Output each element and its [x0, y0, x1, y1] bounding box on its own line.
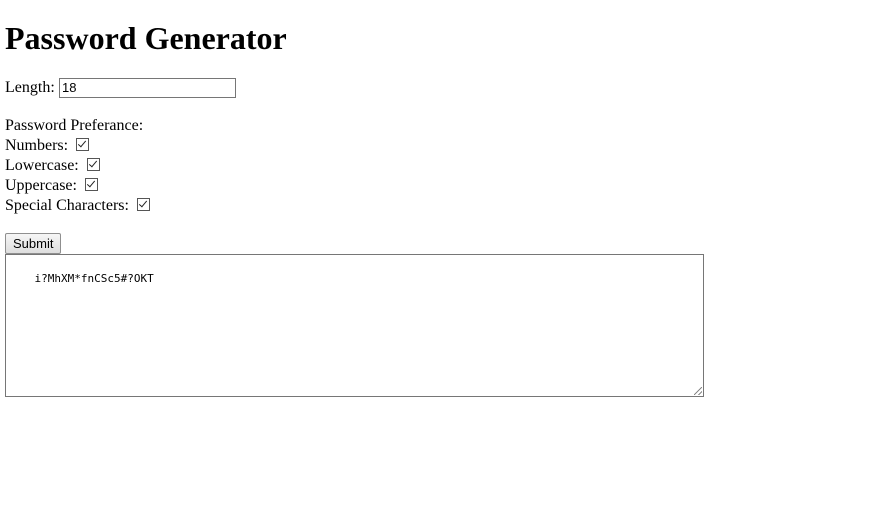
page-title: Password Generator	[5, 20, 287, 56]
numbers-checkbox[interactable]	[76, 138, 89, 151]
special-characters-label: Special Characters:	[5, 197, 129, 214]
lowercase-option: Lowercase:	[5, 156, 100, 176]
length-input[interactable]	[59, 78, 236, 98]
lowercase-checkbox[interactable]	[87, 158, 100, 171]
resize-handle-icon[interactable]	[694, 387, 702, 395]
password-output-textarea[interactable]: i?MhXM*fnCSc5#?OKT	[5, 254, 704, 397]
length-label: Length:	[5, 79, 55, 96]
uppercase-option: Uppercase:	[5, 176, 98, 196]
password-preference-title: Password Preferance:	[5, 117, 144, 134]
numbers-option: Numbers:	[5, 136, 89, 156]
generated-password: i?MhXM*fnCSc5#?OKT	[34, 272, 154, 285]
length-row: Length:	[5, 78, 236, 98]
special-characters-checkbox[interactable]	[137, 198, 150, 211]
uppercase-label: Uppercase:	[5, 177, 77, 194]
uppercase-checkbox[interactable]	[85, 178, 98, 191]
lowercase-label: Lowercase:	[5, 157, 79, 174]
special-characters-option: Special Characters:	[5, 196, 150, 216]
submit-button[interactable]: Submit	[5, 233, 62, 254]
numbers-label: Numbers:	[5, 137, 69, 154]
